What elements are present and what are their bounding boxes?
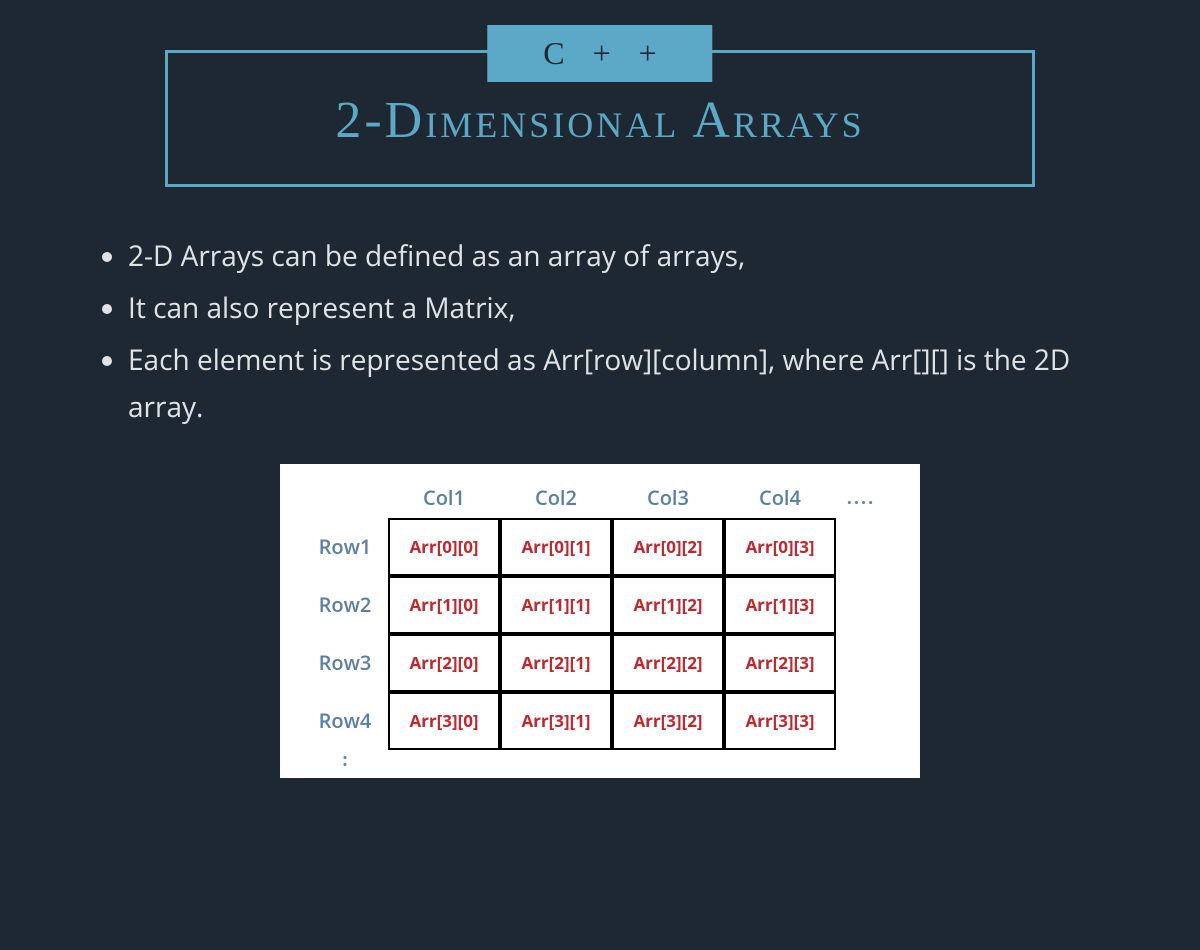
matrix-cell: Arr[3][3] (724, 692, 836, 750)
matrix-cell: Arr[2][3] (724, 634, 836, 692)
matrix-cell: Arr[0][0] (388, 518, 500, 576)
matrix-cell: Arr[2][2] (612, 634, 724, 692)
row-header: Row3 (319, 649, 372, 676)
slide: C + + 2-Dimensional Arrays 2-D Arrays ca… (0, 50, 1200, 950)
matrix-cell: Arr[1][0] (388, 576, 500, 634)
col-header: Col3 (647, 484, 689, 511)
matrix-cell: Arr[2][0] (388, 634, 500, 692)
col-header: Col2 (535, 484, 577, 511)
col-ellipsis: .... (847, 486, 876, 510)
row-ellipsis: : (342, 758, 347, 763)
bullet-list: 2-D Arrays can be defined as an array of… (100, 233, 1120, 430)
row-header: Row4 (319, 707, 372, 734)
row-header: Row2 (319, 591, 372, 618)
title-box: C + + 2-Dimensional Arrays (165, 50, 1035, 187)
bullet-item: Each element is represented as Arr[row][… (128, 337, 1120, 429)
matrix-cell: Arr[0][1] (500, 518, 612, 576)
col-header: Col4 (759, 484, 801, 511)
slide-title: 2-Dimensional Arrays (168, 91, 1032, 150)
row-header: Row1 (319, 533, 372, 560)
matrix-grid: Col1 Col2 Col3 Col4 .... Row1 Arr[0][0] … (302, 478, 898, 772)
language-badge: C + + (487, 25, 712, 82)
matrix-cell: Arr[1][2] (612, 576, 724, 634)
matrix-cell: Arr[0][3] (724, 518, 836, 576)
matrix-diagram: Col1 Col2 Col3 Col4 .... Row1 Arr[0][0] … (280, 464, 920, 778)
matrix-cell: Arr[1][3] (724, 576, 836, 634)
matrix-cell: Arr[1][1] (500, 576, 612, 634)
matrix-cell: Arr[3][1] (500, 692, 612, 750)
matrix-cell: Arr[0][2] (612, 518, 724, 576)
matrix-cell: Arr[3][0] (388, 692, 500, 750)
bullet-item: 2-D Arrays can be defined as an array of… (128, 233, 1120, 279)
col-header: Col1 (423, 484, 465, 511)
matrix-cell: Arr[3][2] (612, 692, 724, 750)
bullet-item: It can also represent a Matrix, (128, 285, 1120, 331)
matrix-cell: Arr[2][1] (500, 634, 612, 692)
